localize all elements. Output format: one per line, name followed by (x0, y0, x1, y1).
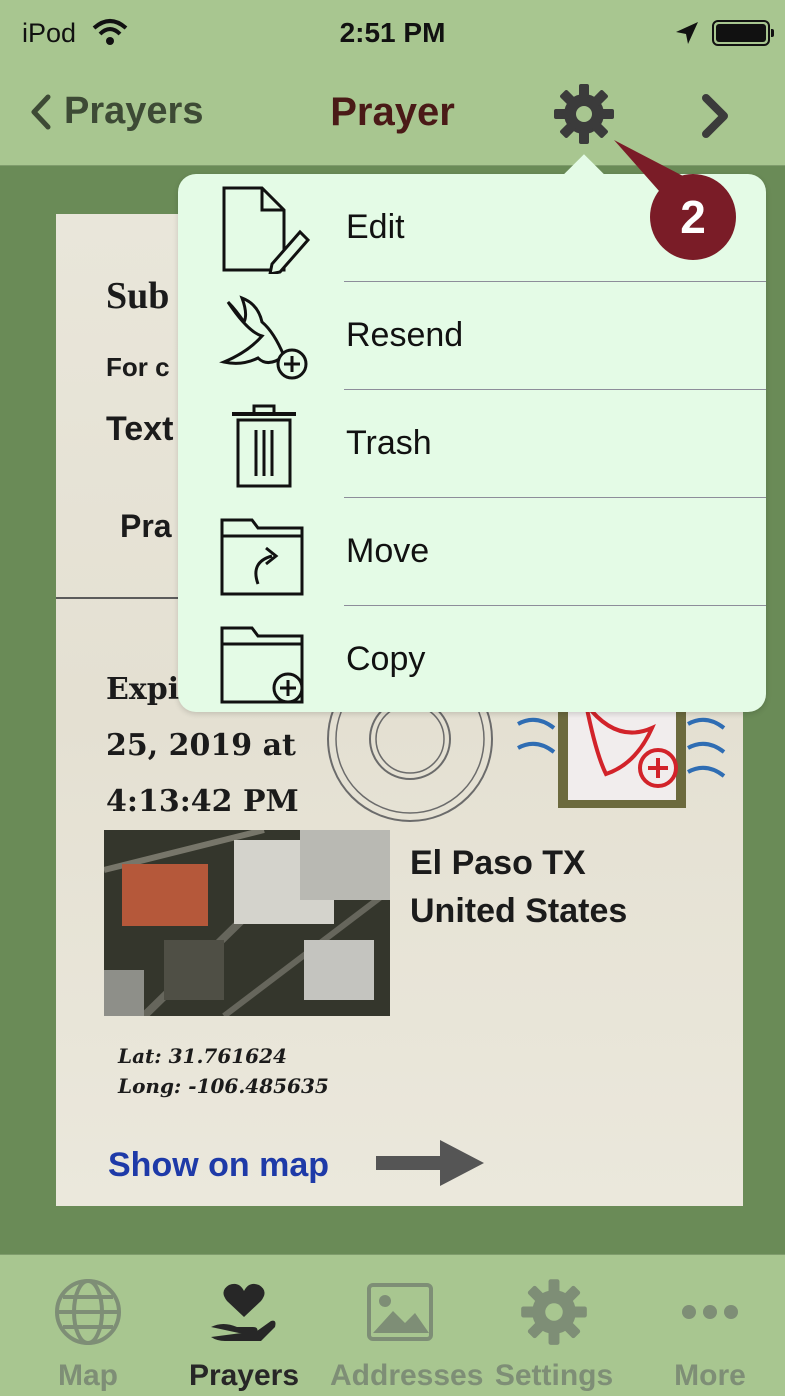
page-title: Prayer (330, 90, 455, 134)
tab-map[interactable]: Map (18, 1255, 158, 1396)
tab-label: Addresses (330, 1359, 484, 1392)
heart-hand-icon (211, 1283, 276, 1341)
battery-icon (712, 20, 774, 46)
map-thumbnail[interactable] (104, 830, 390, 1016)
tab-settings[interactable]: Settings (484, 1255, 624, 1396)
folder-move-icon (220, 518, 304, 596)
more-icon (682, 1305, 738, 1319)
subject-label: Sub (106, 275, 170, 317)
trash-icon (232, 404, 296, 488)
longitude-text: Long: -106.485635 (118, 1074, 329, 1098)
prayer-label: Pra (120, 508, 172, 544)
tab-addresses[interactable]: Addresses (330, 1255, 484, 1396)
menu-item-resend[interactable]: Resend (178, 282, 766, 390)
tab-prayers[interactable]: Prayers (174, 1255, 314, 1396)
image-icon (367, 1283, 433, 1341)
edit-icon (222, 186, 310, 274)
dove-plus-icon (219, 295, 308, 380)
menu-item-label: Copy (346, 640, 426, 678)
menu-item-label: Move (346, 532, 430, 570)
gear-icon (521, 1279, 587, 1345)
tab-label: More (674, 1359, 746, 1392)
for-label: For c (106, 352, 170, 382)
menu-item-move[interactable]: Move (178, 498, 766, 606)
menu-item-label: Trash (346, 424, 432, 462)
globe-icon (55, 1279, 121, 1345)
text-label: Text (106, 410, 174, 448)
callout-badge: 2 (650, 174, 736, 260)
arrow-right-icon[interactable] (376, 1140, 484, 1186)
menu-item-trash[interactable]: Trash (178, 390, 766, 498)
menu-item-label: Edit (346, 208, 405, 246)
tab-label: Prayers (188, 1359, 300, 1392)
latitude-text: Lat: 31.761624 (118, 1044, 287, 1068)
tab-label: Settings (494, 1359, 614, 1392)
location-arrow-icon (676, 22, 698, 44)
status-bar: iPod 2:51 PM (0, 0, 785, 64)
status-time: 2:51 PM (339, 17, 446, 48)
place-country: United States (410, 892, 628, 930)
menu-item-copy[interactable]: Copy (178, 606, 766, 714)
folder-plus-icon (220, 626, 304, 704)
place-city: El Paso TX (410, 844, 586, 882)
tab-label: Map (58, 1359, 118, 1392)
tab-more[interactable]: More (640, 1255, 780, 1396)
tab-bar: Map Prayers Addresses Settings More (0, 1254, 785, 1396)
menu-item-label: Resend (346, 316, 464, 354)
show-on-map-link[interactable]: Show on map (108, 1146, 329, 1185)
